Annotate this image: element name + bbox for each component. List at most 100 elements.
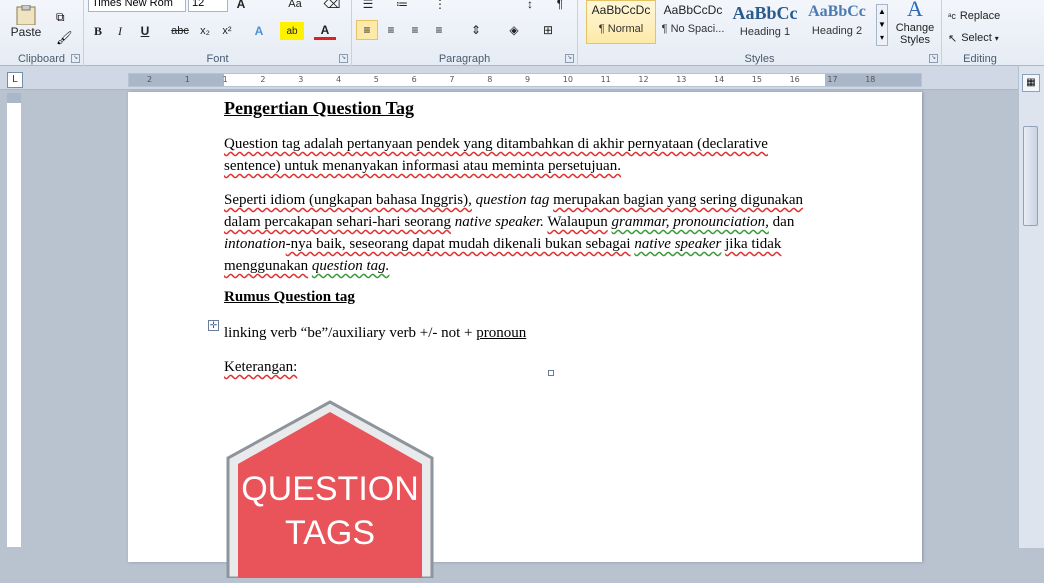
- paragraph-launcher[interactable]: ↘: [565, 54, 574, 63]
- grow-font-button[interactable]: A: [232, 0, 250, 12]
- paragraph-group: ☰ ≔ ⋮ ↕ ¶ ≡ ≡ ≡ ≡ ⇕ ◈ ⊞ Paragraph ↘: [352, 0, 578, 66]
- numbering-icon[interactable]: ≔: [392, 0, 412, 12]
- style-no-spacing-sample: AaBbCcDc: [663, 3, 723, 17]
- document-body[interactable]: Pengertian Question Tag Question tag ada…: [208, 98, 824, 390]
- paste-label: Paste: [10, 25, 42, 39]
- style-no-spacing[interactable]: AaBbCcDc ¶ No Spaci...: [658, 0, 728, 44]
- bullets-icon[interactable]: ☰: [358, 0, 378, 12]
- style-heading-1[interactable]: AaBbCc Heading 1: [730, 0, 800, 44]
- show-marks-icon[interactable]: ¶: [550, 0, 570, 12]
- ruler-tick-label: 2: [147, 75, 153, 84]
- styles-launcher[interactable]: ↘: [929, 54, 938, 63]
- question-tags-sign: QUESTION TAGS: [226, 400, 434, 580]
- clipboard-launcher[interactable]: ↘: [71, 54, 80, 63]
- replace-icon: ᵃc: [948, 11, 956, 21]
- ruler-top-margin: [7, 93, 21, 103]
- select-dropdown-icon: ▾: [994, 33, 999, 43]
- heading-pengertian-text: Pengertian Question Tag: [224, 98, 415, 118]
- style-heading-2-sample: AaBbCc: [808, 3, 866, 20]
- bold-button[interactable]: B: [90, 22, 106, 40]
- ruler-tick-label: 17: [827, 75, 838, 84]
- sort-icon[interactable]: ↕: [520, 0, 540, 12]
- editing-group: ᵃc Replace ↖ Select ▾ Editing: [942, 0, 1018, 66]
- p2-seg-j: native speaker: [634, 236, 722, 252]
- style-no-spacing-name: ¶ No Spaci...: [661, 23, 725, 35]
- font-family-select[interactable]: Times New Rom: [88, 0, 186, 12]
- paste-icon: [16, 5, 36, 25]
- italic-button[interactable]: I: [112, 22, 128, 40]
- sign-text-tags: TAGS: [285, 514, 375, 552]
- keterangan-text: Keterangan:: [224, 359, 298, 375]
- table-move-handle-icon[interactable]: ✛: [208, 320, 219, 331]
- ruler-tick-label: 16: [789, 75, 800, 84]
- clipboard-group: Paste ⧉ 🖌 Clipboard ↘: [0, 0, 84, 66]
- clear-format-icon[interactable]: ⌫: [322, 0, 342, 12]
- scrollbar-thumb[interactable]: [1023, 126, 1038, 226]
- align-center-icon[interactable]: ≡: [380, 20, 402, 40]
- vertical-ruler[interactable]: [6, 92, 22, 548]
- ruler-tick-label: 3: [298, 75, 304, 84]
- align-right-icon[interactable]: ≡: [404, 20, 426, 40]
- paste-button[interactable]: Paste: [6, 0, 46, 44]
- change-styles-label: Change Styles: [895, 22, 935, 46]
- ruler-tick-label: 14: [714, 75, 725, 84]
- table-resize-handle-icon[interactable]: [548, 370, 554, 376]
- style-normal[interactable]: AaBbCcDc ¶ Normal: [586, 0, 656, 44]
- text-effects-icon[interactable]: A: [248, 22, 270, 40]
- format-painter-icon[interactable]: 🖌: [56, 30, 73, 46]
- document-page[interactable]: Pengertian Question Tag Question tag ada…: [128, 92, 922, 580]
- font-size-select[interactable]: 12: [188, 0, 228, 12]
- style-heading-1-sample: AaBbCc: [732, 3, 798, 23]
- multilevel-list-icon[interactable]: ⋮: [430, 0, 450, 12]
- p2-seg-h: intonation: [224, 236, 286, 252]
- styles-group-label: Styles: [744, 53, 775, 65]
- font-launcher[interactable]: ↘: [339, 54, 348, 63]
- question-tags-image[interactable]: QUESTION TAGS: [224, 398, 436, 583]
- horizontal-ruler[interactable]: 2 1 1 2 3 4 5 6 7 8 9 10 11 12 13 14 15 16 17 18: [128, 73, 922, 87]
- p2-seg-e: Walaupun: [547, 214, 608, 230]
- align-left-icon[interactable]: ≡: [356, 20, 378, 40]
- style-heading-1-name: Heading 1: [739, 26, 791, 38]
- style-normal-sample: AaBbCcDc: [591, 3, 651, 17]
- borders-icon[interactable]: ⊞: [536, 20, 560, 40]
- change-case-button[interactable]: Aa: [284, 0, 306, 12]
- paragraph-1-text: Question tag adalah pertanyaan pendek ya…: [224, 136, 768, 174]
- replace-label: Replace: [959, 10, 1001, 22]
- select-cursor-icon: ↖: [948, 32, 958, 45]
- styles-group: AaBbCcDc ¶ Normal AaBbCcDc ¶ No Spaci...…: [578, 0, 942, 66]
- sign-text-question: QUESTION: [241, 470, 419, 508]
- heading-rumus-text: Rumus Question tag: [224, 289, 355, 305]
- font-group-label: Font: [206, 53, 229, 65]
- font-color-icon[interactable]: A: [314, 22, 336, 40]
- change-styles-button[interactable]: A Change Styles: [892, 0, 938, 48]
- ruler-tick-label: 10: [562, 75, 573, 84]
- tab-selector[interactable]: L: [7, 72, 23, 88]
- p2-seg-l: question tag.: [311, 258, 390, 274]
- line-spacing-icon[interactable]: ⇕: [464, 20, 488, 40]
- vertical-scrollbar[interactable]: ▦: [1018, 66, 1044, 548]
- select-button[interactable]: ↖ Select ▾: [948, 30, 1016, 46]
- p2-seg-i: -nya baik, seseorang dapat mudah dikenal…: [285, 236, 631, 252]
- ruler-toggle-icon[interactable]: ▦: [1022, 74, 1040, 92]
- justify-icon[interactable]: ≡: [428, 20, 450, 40]
- heading-pengertian: Pengertian Question Tag: [224, 98, 824, 119]
- styles-gallery-scroll[interactable]: ▲ ▼ ▾: [876, 4, 888, 46]
- font-group: Times New Rom 12 A Aa ⌫ B I U abc x₂ x² …: [84, 0, 352, 66]
- highlight-icon[interactable]: ab: [280, 22, 304, 40]
- select-label: Select: [961, 32, 992, 44]
- strikethrough-button[interactable]: abc: [168, 22, 192, 40]
- shading-icon[interactable]: ◈: [502, 20, 526, 40]
- copy-icon[interactable]: ⧉: [56, 10, 65, 25]
- style-heading-2[interactable]: AaBbCc Heading 2: [802, 0, 872, 44]
- paragraph-1: Question tag adalah pertanyaan pendek ya…: [224, 133, 824, 177]
- ribbon: Paste ⧉ 🖌 Clipboard ↘ Times New Rom 12 A…: [0, 0, 1044, 66]
- ruler-tick-label: 18: [865, 75, 876, 84]
- underline-button[interactable]: U: [134, 22, 156, 40]
- subscript-button[interactable]: x₂: [196, 22, 214, 40]
- ruler-tick-label: 2: [260, 75, 266, 84]
- ruler-tick-label: 1: [184, 75, 190, 84]
- replace-button[interactable]: ᵃc Replace: [948, 8, 1016, 24]
- ruler-tick-label: 8: [487, 75, 493, 84]
- p2-seg-a: Seperti idiom (ungkapan bahasa Inggris),: [224, 192, 472, 208]
- superscript-button[interactable]: x²: [218, 22, 236, 40]
